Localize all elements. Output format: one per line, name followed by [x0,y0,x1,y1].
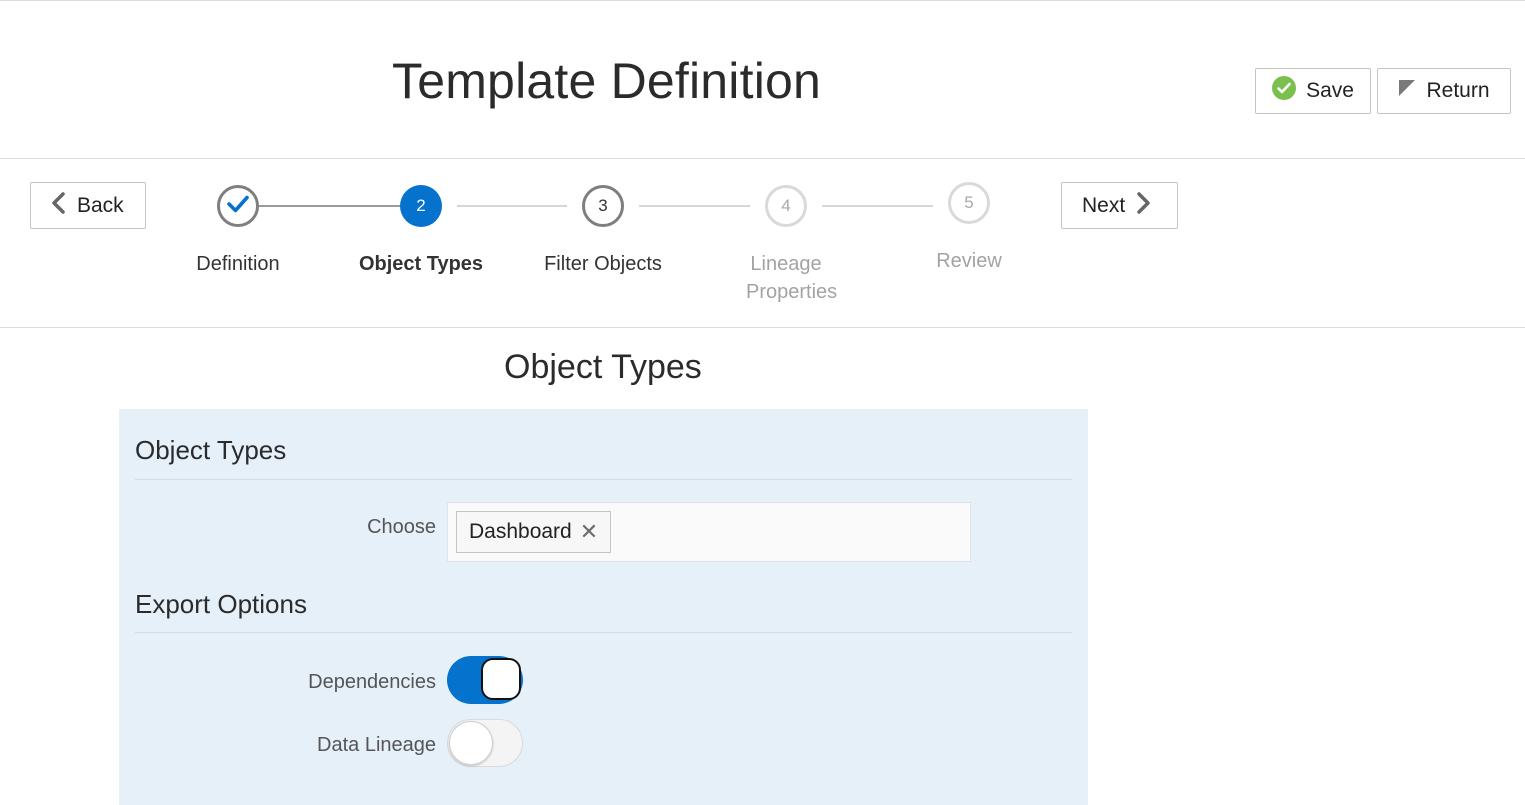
dependencies-label: Dependencies [308,671,436,693]
chevron-right-icon [1137,191,1151,220]
chevron-left-icon [51,191,65,220]
remove-chip-icon[interactable]: ✕ [580,519,598,545]
selected-chip-dashboard: Dashboard ✕ [456,511,612,553]
train-step-lineage-properties: 4 [765,185,807,227]
step-number: 5 [964,193,974,212]
heading-rule [135,632,1072,633]
save-button[interactable]: Save [1255,68,1371,114]
train-connector [258,205,400,207]
heading-rule [135,479,1072,480]
train-label-definition[interactable]: Definition [158,250,318,278]
step-number: 2 [416,196,426,215]
train-label-lineage-properties: Lineage Properties [746,253,838,303]
train-step-review: 5 [948,182,990,224]
train-divider [0,327,1525,328]
toggle-knob [449,721,493,765]
choose-label: Choose [367,516,436,538]
train-connector [639,205,750,207]
section-title: Object Types [504,348,702,386]
header-divider [0,158,1525,159]
toggle-knob [481,658,521,700]
return-button-label: Return [1426,79,1490,102]
object-types-heading: Object Types [135,435,287,465]
checkmark-icon [226,194,250,219]
train-step-definition[interactable] [217,185,259,227]
chip-label: Dashboard [469,520,572,543]
train-step-filter-objects[interactable]: 3 [582,185,624,227]
step-number: 3 [598,196,608,215]
return-flag-icon [1398,79,1416,103]
object-type-chooser[interactable]: Dashboard ✕ [447,502,971,562]
train-connector [822,205,933,207]
page-title: Template Definition [392,53,822,109]
data-lineage-toggle[interactable] [447,719,523,767]
train-label-review: Review [936,250,1002,272]
top-border [0,0,1525,1]
export-options-heading: Export Options [135,589,307,619]
dependencies-toggle[interactable] [447,656,523,704]
back-button-label: Back [77,193,124,217]
return-button[interactable]: Return [1377,68,1511,114]
train-label-object-types[interactable]: Object Types [341,250,501,278]
data-lineage-label: Data Lineage [317,734,436,756]
train-connector [457,205,567,207]
save-button-label: Save [1306,79,1354,102]
step-number: 4 [781,196,791,215]
back-button[interactable]: Back [30,182,146,229]
next-button-label: Next [1082,193,1126,217]
check-circle-icon [1272,76,1297,106]
train-label-filter-objects[interactable]: Filter Objects [523,250,683,278]
object-types-panel: Object Types Choose Dashboard ✕ Export O… [119,409,1088,805]
next-button[interactable]: Next [1061,182,1178,229]
train-step-object-types[interactable]: 2 [400,185,442,227]
